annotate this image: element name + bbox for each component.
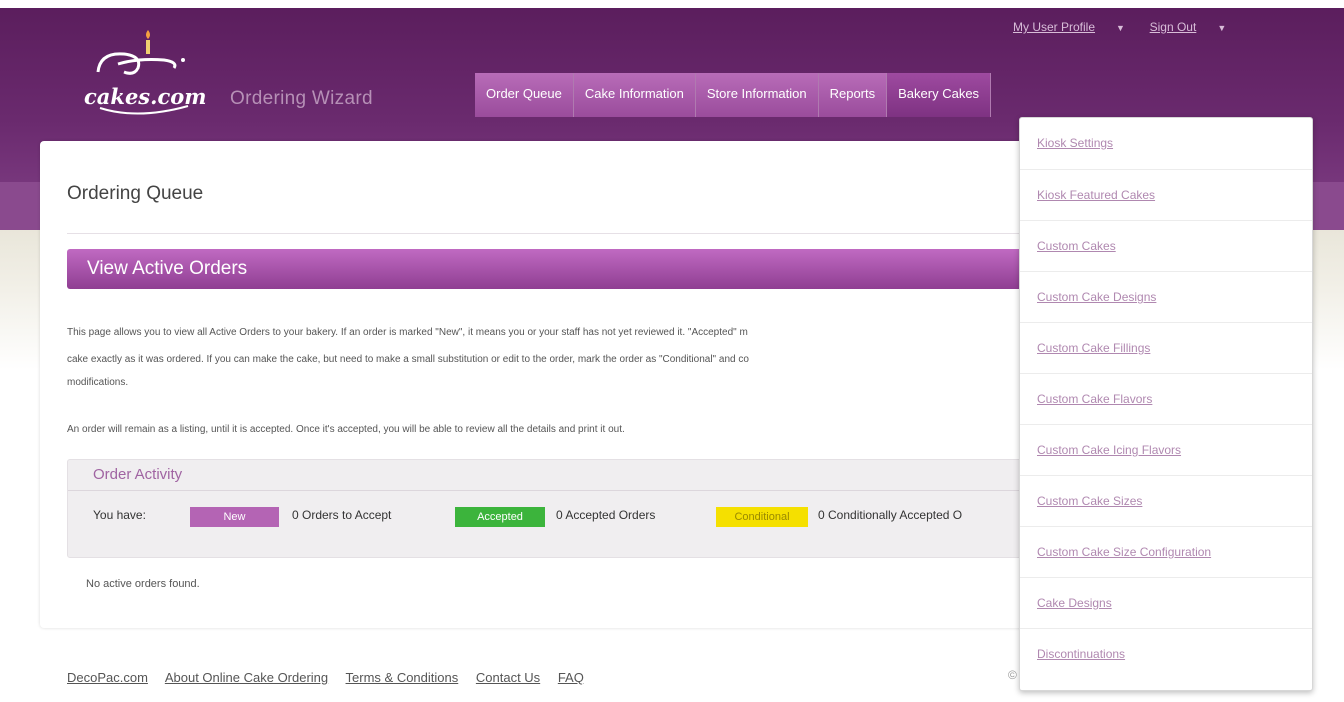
new-orders-count[interactable]: 0 Orders to Accept (292, 508, 391, 522)
top-border (0, 0, 1344, 8)
menu-item-kiosk-settings[interactable]: Kiosk Settings (1020, 118, 1312, 170)
menu-item-custom-cake-size-configuration[interactable]: Custom Cake Size Configuration (1020, 527, 1312, 578)
conditional-orders-count[interactable]: 0 Conditionally Accepted O (818, 508, 962, 522)
menu-item-custom-cake-fillings[interactable]: Custom Cake Fillings (1020, 323, 1312, 374)
description-line-1: This page allows you to view all Active … (67, 327, 748, 338)
accepted-orders-count[interactable]: 0 Accepted Orders (556, 508, 655, 522)
nav-store-information[interactable]: Store Information (695, 73, 819, 117)
description-line-2: cake exactly as it was ordered. If you c… (67, 354, 749, 365)
nav-cake-information[interactable]: Cake Information (573, 73, 696, 117)
app-subtitle: Ordering Wizard (230, 88, 373, 109)
footer-link-faq[interactable]: FAQ (558, 670, 584, 685)
footer-links: DecoPac.com About Online Cake Ordering T… (67, 670, 598, 685)
sign-out-label: Sign Out (1149, 20, 1197, 34)
menu-item-cake-designs[interactable]: Cake Designs (1020, 578, 1312, 629)
new-badge: New (190, 507, 279, 527)
order-activity-title: Order Activity (93, 466, 183, 483)
my-user-profile-link[interactable]: My User Profile (1013, 20, 1095, 34)
sign-out-link[interactable]: Sign Out (1150, 20, 1197, 34)
user-links: My User Profile ▼ Sign Out ▼ (1013, 20, 1226, 34)
nav-reports[interactable]: Reports (818, 73, 888, 117)
menu-item-discontinuations[interactable]: Discontinuations (1020, 629, 1312, 680)
accepted-badge: Accepted (455, 507, 545, 527)
empty-orders-message: No active orders found. (86, 578, 200, 590)
menu-item-kiosk-featured-cakes[interactable]: Kiosk Featured Cakes (1020, 170, 1312, 221)
menu-item-custom-cake-icing-flavors[interactable]: Custom Cake Icing Flavors (1020, 425, 1312, 476)
menu-item-custom-cake-sizes[interactable]: Custom Cake Sizes (1020, 476, 1312, 527)
chevron-down-icon: ▼ (1116, 23, 1125, 33)
footer-link-contact[interactable]: Contact Us (476, 670, 540, 685)
logo-text: cakes.com (84, 84, 207, 109)
footer-link-decopac[interactable]: DecoPac.com (67, 670, 148, 685)
description-paragraph-2: An order will remain as a listing, until… (67, 424, 625, 435)
main-nav: Order Queue Cake Information Store Infor… (475, 73, 992, 117)
nav-order-queue[interactable]: Order Queue (475, 73, 574, 117)
nav-bakery-cakes[interactable]: Bakery Cakes (887, 73, 992, 117)
menu-item-custom-cake-flavors[interactable]: Custom Cake Flavors (1020, 374, 1312, 425)
footer-link-terms[interactable]: Terms & Conditions (346, 670, 459, 685)
copyright: © (1008, 668, 1017, 682)
bakery-cakes-dropdown: Kiosk Settings Kiosk Featured Cakes Cust… (1019, 117, 1313, 691)
menu-item-custom-cakes[interactable]: Custom Cakes (1020, 221, 1312, 272)
conditional-badge: Conditional (716, 507, 808, 527)
page-title: Ordering Queue (67, 183, 204, 204)
section-title: View Active Orders (87, 258, 248, 279)
menu-item-custom-cake-designs[interactable]: Custom Cake Designs (1020, 272, 1312, 323)
chevron-down-icon: ▼ (1217, 23, 1227, 33)
footer-link-about[interactable]: About Online Cake Ordering (165, 670, 328, 685)
description-line-3: modifications. (67, 377, 129, 388)
my-user-profile-label: My User Profile (1013, 20, 1096, 34)
you-have-label: You have: (93, 508, 146, 522)
